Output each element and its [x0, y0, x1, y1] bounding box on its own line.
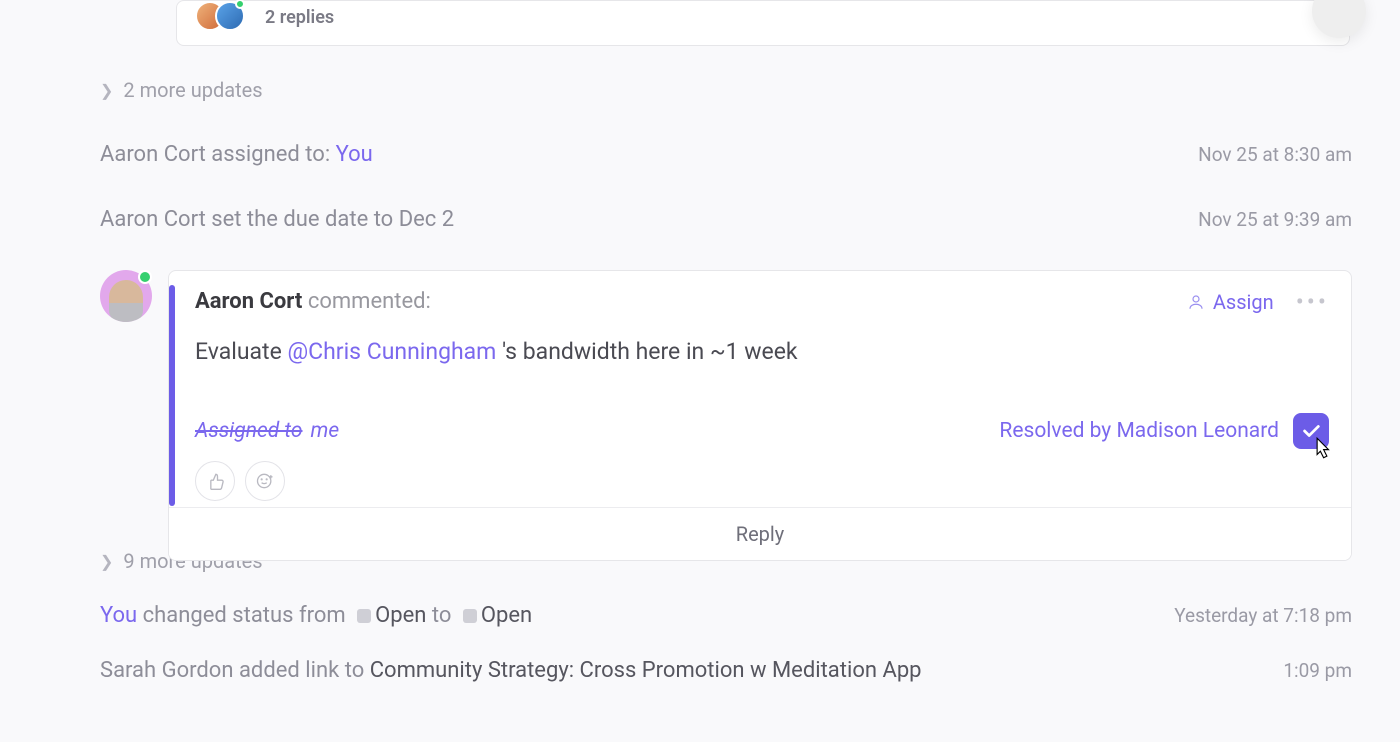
activity-verb: assigned to: — [206, 142, 336, 167]
assigned-to-indicator[interactable]: Assigned to me — [195, 419, 339, 443]
resolved-by-label: Resolved by Madison Leonard — [999, 419, 1279, 443]
activity-item-status-change: You changed status from Open to Open Yes… — [100, 603, 1352, 628]
activity-verb: set the due date to — [206, 207, 399, 232]
presence-dot-icon — [235, 0, 245, 9]
assign-button[interactable]: Assign — [1187, 290, 1274, 314]
resolve-checkbox[interactable] — [1293, 413, 1329, 449]
replies-thread-stub[interactable]: 2 replies — [176, 0, 1350, 46]
activity-actor: Aaron Cort — [100, 207, 206, 232]
activity-link-title[interactable]: Community Strategy: Cross Promotion w Me… — [370, 658, 922, 683]
status-square-icon — [463, 609, 477, 623]
user-mention[interactable]: @Chris Cunningham — [287, 338, 496, 365]
more-options-button[interactable]: ••• — [1296, 297, 1329, 307]
activity-text: Aaron Cort set the due date to Dec 2 — [100, 207, 454, 232]
assigned-to-me: me — [310, 419, 339, 443]
activity-actor[interactable]: You — [100, 603, 137, 628]
activity-text: Aaron Cort assigned to: You — [100, 142, 373, 167]
activity-mid: to — [426, 603, 456, 628]
reply-button[interactable]: Reply — [169, 507, 1351, 560]
reply-button-label: Reply — [736, 522, 785, 546]
activity-actor: Aaron Cort — [100, 142, 206, 167]
activity-text: Sarah Gordon added link to Community Str… — [100, 658, 922, 683]
replies-count-label: 2 replies — [265, 7, 334, 28]
activity-timestamp: Nov 25 at 9:39 am — [1198, 208, 1352, 231]
assign-button-label: Assign — [1213, 290, 1274, 314]
comment-body-post: 's bandwidth here in ~1 week — [496, 338, 797, 365]
comment-author-avatar[interactable] — [100, 270, 154, 322]
thumbs-up-icon — [205, 471, 225, 491]
presence-dot-icon — [138, 270, 152, 284]
status-to: Open — [481, 603, 532, 628]
status-from: Open — [375, 603, 426, 628]
activity-timestamp: 1:09 pm — [1283, 659, 1352, 682]
assigned-to-strike: Assigned to — [195, 419, 302, 443]
person-icon — [1187, 293, 1205, 311]
activity-verb: added link to — [233, 658, 369, 683]
activity-item-link-added: Sarah Gordon added link to Community Str… — [100, 658, 1352, 683]
activity-item-due-date: Aaron Cort set the due date to Dec 2 Nov… — [100, 207, 1352, 232]
comment-block: Aaron Cort commented: Assign ••• Evaluat… — [100, 270, 1352, 561]
chevron-right-icon: ❯ — [100, 81, 113, 100]
comment-author[interactable]: Aaron Cort — [195, 289, 302, 314]
expand-updates-button[interactable]: ❯ 2 more updates — [100, 78, 1352, 102]
smile-plus-icon — [255, 471, 275, 491]
chevron-right-icon: ❯ — [100, 552, 113, 571]
activity-timestamp: Yesterday at 7:18 pm — [1174, 604, 1352, 627]
comment-accent-bar — [169, 285, 175, 506]
activity-timestamp: Nov 25 at 8:30 am — [1198, 143, 1352, 166]
cursor-pointer-icon — [1309, 435, 1335, 461]
comment-card: Aaron Cort commented: Assign ••• Evaluat… — [168, 270, 1352, 561]
thread-avatars — [195, 1, 251, 33]
add-reaction-button[interactable] — [245, 461, 285, 501]
activity-target[interactable]: You — [336, 142, 373, 167]
like-button[interactable] — [195, 461, 235, 501]
comment-header-suffix: commented: — [302, 289, 431, 314]
activity-actor: Sarah Gordon — [100, 658, 233, 683]
activity-verb: changed status from — [137, 603, 351, 628]
activity-text: You changed status from Open to Open — [100, 603, 532, 628]
expand-updates-label: 2 more updates — [123, 78, 262, 102]
activity-feed: 2 replies ❯ 2 more updates Aaron Cort as… — [0, 0, 1400, 683]
status-square-icon — [357, 609, 371, 623]
reaction-row — [195, 461, 1329, 507]
resolved-indicator: Resolved by Madison Leonard — [999, 413, 1329, 449]
comment-body-pre: Evaluate — [195, 338, 287, 365]
activity-value: Dec 2 — [399, 207, 454, 232]
comment-header: Aaron Cort commented: Assign ••• — [195, 289, 1329, 314]
comment-meta-row: Assigned to me Resolved by Madison Leona… — [195, 413, 1329, 449]
comment-body: Evaluate @Chris Cunningham 's bandwidth … — [195, 338, 1329, 365]
activity-item-assigned: Aaron Cort assigned to: You Nov 25 at 8:… — [100, 142, 1352, 167]
